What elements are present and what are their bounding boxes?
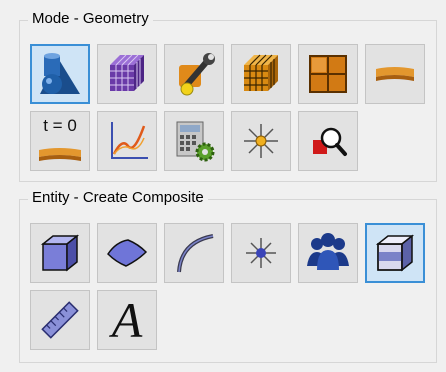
tools-mode-button[interactable] [164, 44, 224, 104]
vertex-icon [238, 230, 284, 276]
text-a-icon: A [111, 292, 143, 348]
blue-cube-icon [37, 230, 83, 276]
wrench-tool-icon [171, 51, 217, 97]
volume-entity-button[interactable] [30, 223, 90, 283]
time-step-button[interactable]: t = 0 [30, 111, 90, 171]
curve-entity-button[interactable] [164, 223, 224, 283]
ruler-icon [37, 297, 83, 343]
time-step-label: t = 0 [43, 116, 77, 135]
curve-icon [171, 230, 217, 276]
measure-entity-button[interactable] [30, 290, 90, 350]
hex-mesh-mode-button[interactable] [231, 44, 291, 104]
blue-surface-icon [104, 230, 150, 276]
orange-sheet-icon [372, 51, 418, 97]
composite-cube-icon [372, 230, 418, 276]
vertex-star-icon [238, 118, 284, 164]
mode-group-title: Mode - Geometry [28, 9, 153, 29]
grid-icon [305, 51, 351, 97]
geometry-shapes-icon [36, 50, 84, 98]
geometry-mode-button[interactable] [30, 44, 90, 104]
line-graph-icon [104, 118, 150, 164]
vertex-mode-button[interactable] [231, 111, 291, 171]
magnifier-icon [305, 118, 351, 164]
inspect-mode-button[interactable] [298, 111, 358, 171]
calculator-mode-button[interactable] [164, 111, 224, 171]
orange-mesh-cube-icon [238, 51, 284, 97]
surface-entity-button[interactable] [97, 223, 157, 283]
calculator-gear-icon [171, 118, 217, 164]
time-zero-sheet-icon [37, 142, 83, 166]
group-entity-button[interactable] [298, 223, 358, 283]
vertex-entity-button[interactable] [231, 223, 291, 283]
entity-group-title: Entity - Create Composite [28, 188, 208, 208]
purple-mesh-cube-icon [104, 51, 150, 97]
surface-mode-button[interactable] [365, 44, 425, 104]
composite-entity-button[interactable] [365, 223, 425, 283]
mesh-mode-button[interactable] [97, 44, 157, 104]
text-entity-button[interactable]: A [97, 290, 157, 350]
grid-mode-button[interactable] [298, 44, 358, 104]
plot-mode-button[interactable] [97, 111, 157, 171]
people-group-icon [303, 230, 353, 276]
